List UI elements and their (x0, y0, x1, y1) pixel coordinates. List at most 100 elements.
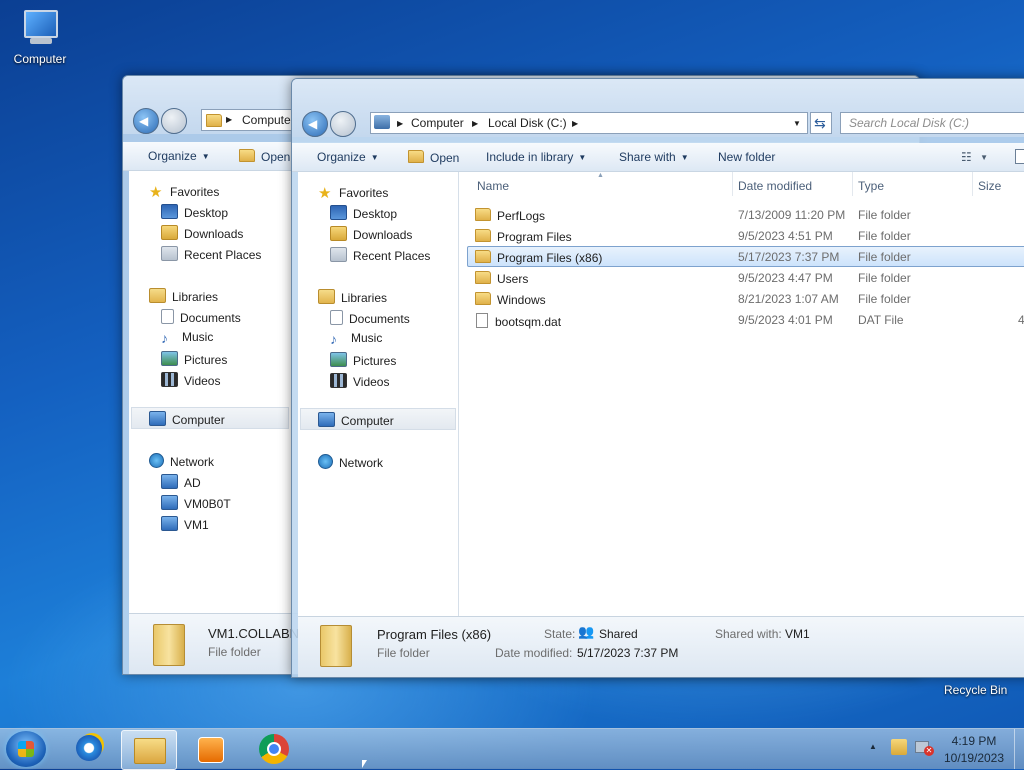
file-row[interactable]: bootsqm.dat 9/5/2023 4:01 PM DAT File 4 (467, 310, 1024, 330)
breadcrumb-arrow: ▶ (472, 119, 479, 128)
nav-network-ad[interactable]: AD (161, 474, 201, 490)
back-details-name: VM1.COLLABN (208, 626, 300, 641)
column-separator (732, 172, 733, 196)
refresh-button[interactable]: ⇆ (810, 112, 832, 134)
clock-date[interactable]: 10/19/2023 (940, 751, 1008, 765)
back-organize-button[interactable]: Organize ▼ (148, 149, 210, 163)
search-input[interactable]: Search Local Disk (C:) (840, 112, 1024, 134)
nav-videos[interactable]: Videos (161, 372, 220, 388)
forward-button[interactable] (330, 111, 356, 137)
column-header-size[interactable]: Size (978, 179, 1001, 193)
new-folder-button[interactable]: New folder (718, 150, 775, 164)
back-button[interactable]: ◀ (302, 111, 328, 137)
breadcrumb-arrow: ▶ (397, 119, 404, 128)
details-state-label: State: (544, 627, 576, 641)
nav-music[interactable]: ♪ Music (161, 330, 213, 346)
column-header-date[interactable]: Date modified (738, 179, 812, 193)
back-open-button[interactable]: Open (239, 149, 290, 164)
libraries-icon (318, 289, 335, 304)
details-modified-value: 5/17/2023 7:37 PM (577, 646, 679, 660)
back-address-text: Compute (242, 113, 291, 127)
file-row[interactable]: Windows 8/21/2023 1:07 AM File folder (467, 289, 1024, 309)
shared-users-icon: 👥 (578, 624, 595, 639)
include-in-library-button[interactable]: Include in library ▼ (486, 150, 586, 164)
nav-favorites[interactable]: ★ Favorites (318, 184, 388, 202)
nav-pictures[interactable]: Pictures (161, 351, 227, 367)
nav-computer[interactable]: Computer (149, 411, 225, 427)
organize-button[interactable]: Organize ▼ (317, 150, 379, 164)
front-command-bar: Organize ▼ Open Include in library ▼ Share… (292, 143, 1024, 172)
windows-explorer-taskbar-button[interactable] (121, 730, 177, 770)
star-icon: ★ (149, 184, 163, 201)
desktop-icon (330, 205, 347, 220)
file-list: ▲ Name Date modified Type Size PerfLogs … (459, 172, 1024, 617)
nav-network[interactable]: Network (318, 454, 383, 470)
back-details-type: File folder (208, 645, 261, 659)
computer-icon (18, 10, 62, 48)
nav-videos[interactable]: Videos (330, 373, 389, 389)
forward-button[interactable] (161, 108, 187, 134)
file-row[interactable]: Program Files 9/5/2023 4:51 PM File fold… (467, 226, 1024, 246)
music-icon: ♪ (161, 330, 168, 346)
nav-recent-places[interactable]: Recent Places (161, 246, 261, 262)
nav-downloads[interactable]: Downloads (330, 226, 412, 242)
nav-pictures[interactable]: Pictures (330, 352, 396, 368)
tray-show-hidden-icon[interactable]: ▲ (869, 742, 877, 751)
file-row[interactable]: Users 9/5/2023 4:47 PM File folder (467, 268, 1024, 288)
show-desktop-button[interactable] (1014, 729, 1024, 769)
refresh-icon: ⇆ (814, 115, 826, 131)
nav-libraries[interactable]: Libraries (318, 289, 387, 305)
clock-time[interactable]: 4:19 PM (946, 734, 1002, 748)
network-icon (318, 454, 333, 469)
nav-network[interactable]: Network (149, 453, 214, 469)
preview-pane-icon[interactable] (1015, 149, 1024, 164)
open-button[interactable]: Open (408, 150, 459, 165)
nav-music[interactable]: ♪ Music (330, 331, 382, 347)
share-with-button[interactable]: Share with ▼ (619, 150, 689, 164)
internet-explorer-taskbar-button[interactable] (62, 730, 116, 768)
recent-places-icon (161, 246, 178, 261)
front-nav-pane: ★ Favorites Desktop Downloads Recent Plac… (298, 172, 459, 617)
nav-documents[interactable]: Documents (161, 309, 241, 325)
front-nav-bar: ◀ ▶ Computer ▶ Local Disk (C:) ▶ ▼ ⇆ Sea… (292, 79, 1024, 137)
column-header-name[interactable]: Name (477, 179, 509, 193)
folder-icon (206, 114, 222, 127)
network-disconnected-icon[interactable]: ✕ (915, 739, 934, 756)
nav-desktop[interactable]: Desktop (330, 205, 397, 221)
column-separator (972, 172, 973, 196)
nav-downloads[interactable]: Downloads (161, 225, 243, 241)
media-player-taskbar-button[interactable] (184, 730, 238, 768)
nav-recent-places[interactable]: Recent Places (330, 247, 430, 263)
breadcrumb-computer[interactable]: Computer (411, 116, 464, 130)
chrome-taskbar-button[interactable] (248, 730, 302, 768)
nav-documents[interactable]: Documents (330, 310, 410, 326)
nav-computer[interactable]: Computer (318, 412, 394, 428)
file-row-selected[interactable]: Program Files (x86) 5/17/2023 7:37 PM Fi… (467, 246, 1024, 267)
nav-network-vm0b0t[interactable]: VM0B0T (161, 495, 231, 511)
column-header-type[interactable]: Type (858, 179, 884, 193)
front-explorer-window[interactable]: ◀ ▶ Computer ▶ Local Disk (C:) ▶ ▼ ⇆ Sea… (291, 78, 1024, 678)
view-options-icon[interactable]: ☷ ▼ (961, 150, 988, 164)
desktop-icon (161, 204, 178, 219)
column-separator (852, 172, 853, 196)
windows-logo-icon (18, 741, 34, 757)
file-row[interactable]: PerfLogs 7/13/2009 11:20 PM File folder (467, 205, 1024, 225)
large-folder-icon (153, 624, 185, 666)
nav-favorites[interactable]: ★ Favorites (149, 183, 219, 201)
nav-libraries[interactable]: Libraries (149, 288, 218, 304)
recycle-bin-label[interactable]: Recycle Bin (944, 683, 1007, 697)
address-dropdown-icon[interactable]: ▼ (793, 119, 801, 128)
front-address-bar[interactable]: ▶ Computer ▶ Local Disk (C:) ▶ ▼ (370, 112, 808, 134)
downloads-icon (330, 226, 347, 241)
nav-network-vm1[interactable]: VM1 (161, 516, 209, 532)
start-button[interactable] (6, 731, 46, 767)
details-shared-value: VM1 (785, 627, 810, 641)
breadcrumb-local-disk[interactable]: Local Disk (C:) (488, 116, 567, 130)
nav-desktop[interactable]: Desktop (161, 204, 228, 220)
desktop-computer-icon[interactable]: Computer (8, 10, 72, 66)
back-nav-pane: ★ Favorites Desktop Downloads Recent Plac… (129, 171, 300, 614)
action-center-icon[interactable] (891, 739, 907, 755)
back-button[interactable]: ◀ (133, 108, 159, 134)
details-type: File folder (377, 646, 430, 660)
details-shared-label: Shared with: (715, 627, 782, 641)
